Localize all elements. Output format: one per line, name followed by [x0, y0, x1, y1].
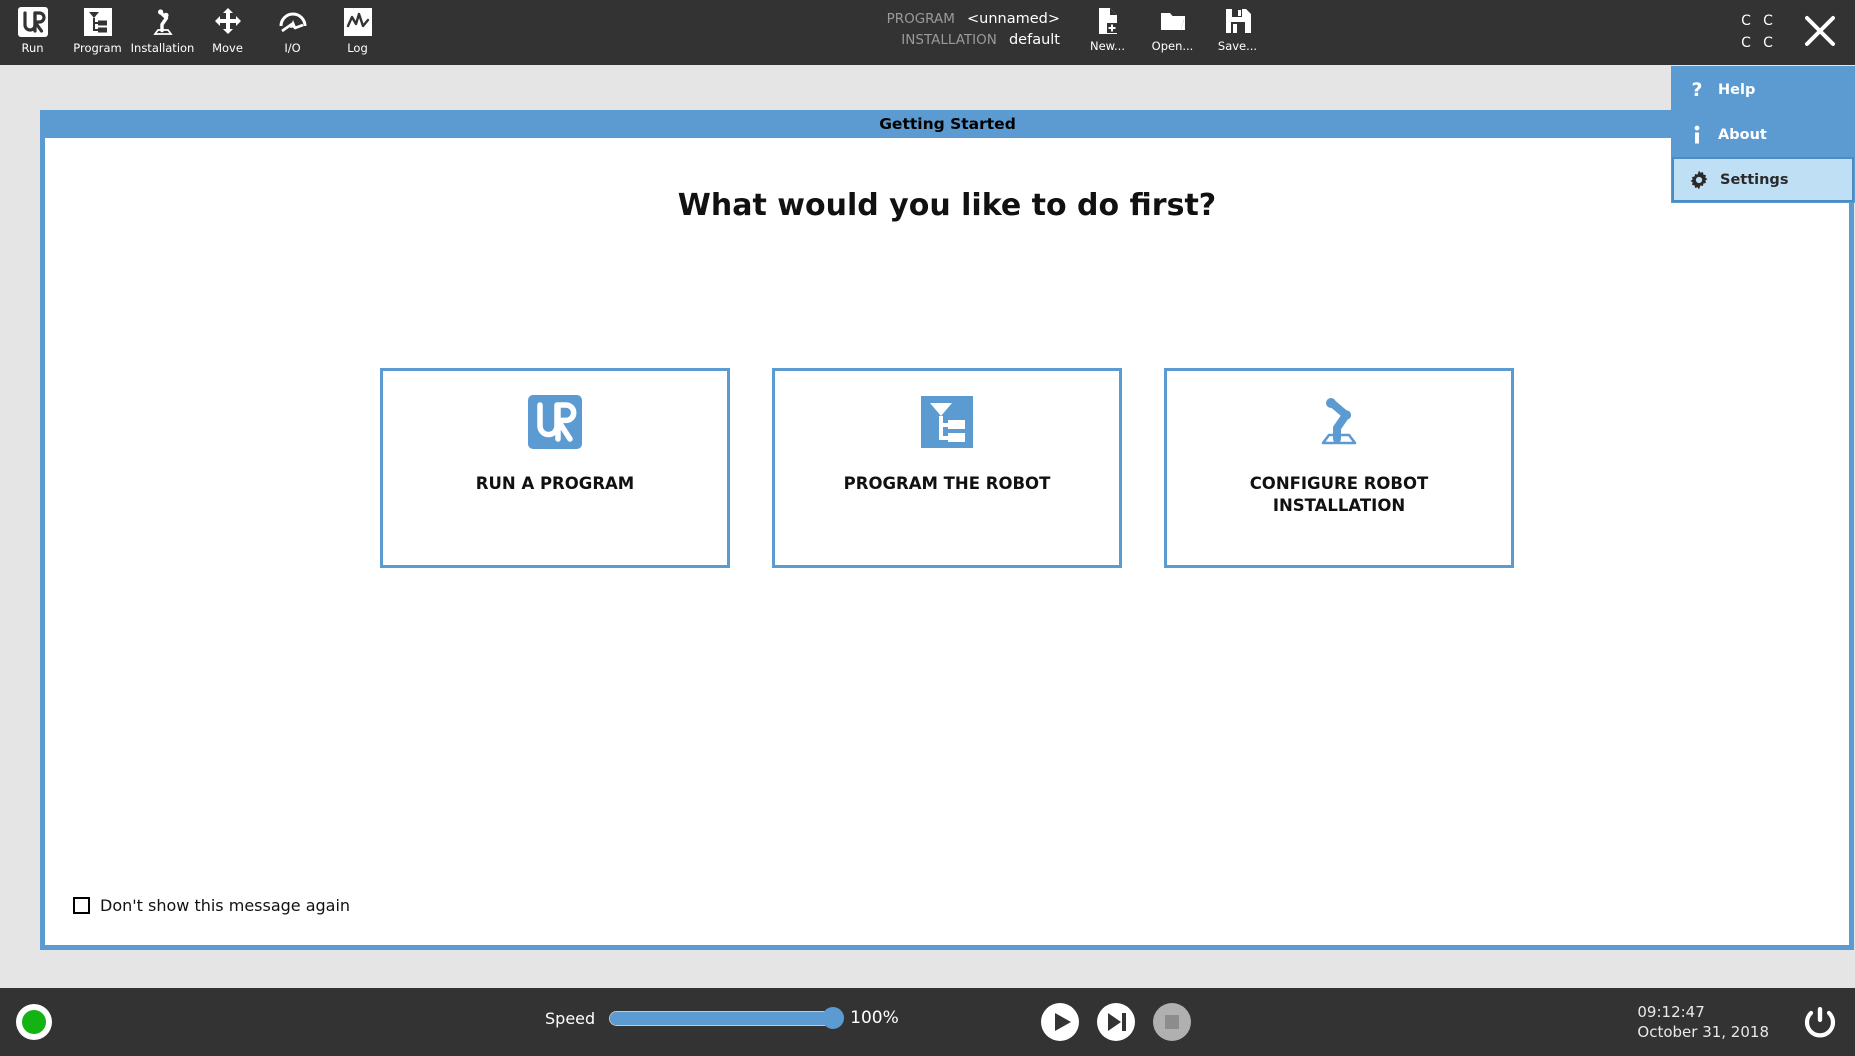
card-program-the-robot[interactable]: PROGRAM THE ROBOT — [772, 368, 1122, 568]
speed-slider[interactable] — [609, 1007, 845, 1029]
program-value: <unnamed> — [966, 11, 1060, 27]
card-label-run-a-program: RUN A PROGRAM — [475, 474, 635, 493]
installation-row: INSTALLATION default — [845, 29, 1060, 50]
installation-value: default — [1008, 32, 1060, 48]
card-label-configure-robot-installation: CONFIGURE ROBOT INSTALLATION — [1249, 474, 1429, 515]
gear-icon — [1688, 168, 1710, 192]
program-key: PROGRAM — [886, 11, 955, 27]
card-configure-robot-installation[interactable]: CONFIGURE ROBOT INSTALLATION — [1164, 368, 1514, 568]
log-waveform-icon — [341, 5, 375, 39]
getting-started-panel: What would you like to do first? RUN A P… — [40, 138, 1854, 950]
sub-header-strip — [0, 65, 1855, 111]
menu-item-about[interactable]: About — [1672, 112, 1854, 157]
nav-item-run[interactable]: Run — [0, 0, 65, 65]
nav-label-installation: Installation — [130, 41, 195, 55]
menu-label-about: About — [1718, 126, 1767, 143]
dont-show-checkbox[interactable] — [73, 897, 90, 914]
open-label: Open... — [1151, 39, 1194, 53]
program-info: PROGRAM <unnamed> INSTALLATION default — [845, 8, 1060, 50]
speed-value: 100% — [850, 1008, 899, 1028]
robot-arm-icon — [146, 5, 180, 39]
status-led-green — [22, 1010, 46, 1034]
nav-label-run: Run — [21, 41, 44, 55]
program-tree-icon — [918, 393, 976, 451]
io-gauge-icon — [276, 5, 310, 39]
polyscope-app: Run Program Installation Move I/O Log PR… — [0, 0, 1855, 1056]
save-floppy-icon — [1223, 6, 1253, 36]
robot-status-indicator[interactable] — [16, 1004, 52, 1040]
speed-slider-handle[interactable] — [822, 1007, 845, 1029]
stop-icon — [1152, 1002, 1192, 1042]
speed-control: Speed 100% — [545, 1007, 899, 1029]
menu-label-help: Help — [1718, 81, 1756, 98]
nav-label-move: Move — [212, 41, 243, 55]
top-toolbar: Run Program Installation Move I/O Log PR… — [0, 0, 1855, 65]
main-nav-group: Run Program Installation Move I/O Log — [0, 0, 390, 65]
new-document-icon — [1093, 6, 1123, 36]
transport-controls — [1040, 1002, 1192, 1042]
menu-item-settings[interactable]: Settings — [1672, 157, 1854, 202]
save-label: Save... — [1217, 39, 1258, 53]
menu-label-settings: Settings — [1720, 171, 1789, 188]
speed-slider-fill — [610, 1011, 834, 1025]
speed-label: Speed — [545, 1008, 596, 1028]
step-icon[interactable] — [1096, 1002, 1136, 1042]
nav-item-program[interactable]: Program — [65, 0, 130, 65]
help-menu-dropdown: ? Help About Settings — [1671, 66, 1855, 203]
grid-glyph-4: C — [1763, 35, 1773, 51]
getting-started-title: Getting Started — [40, 110, 1855, 138]
new-label: New... — [1090, 39, 1125, 53]
menu-item-help[interactable]: ? Help — [1672, 67, 1854, 112]
nav-item-installation[interactable]: Installation — [130, 0, 195, 65]
new-button[interactable]: New... — [1075, 0, 1140, 65]
program-tree-icon — [81, 5, 115, 39]
clock-date: October 31, 2018 — [1637, 1023, 1769, 1041]
bottom-status-bar: Speed 100% 09:12:47 October 31, 2018 — [0, 988, 1855, 1056]
dont-show-checkbox-row[interactable]: Don't show this message again — [73, 896, 350, 915]
power-icon[interactable] — [1801, 1004, 1839, 1042]
program-row: PROGRAM <unnamed> — [845, 8, 1060, 29]
installation-key: INSTALLATION — [901, 32, 997, 48]
file-actions-group: New... Open... Save... — [1075, 0, 1270, 65]
page-title: What would you like to do first? — [677, 188, 1217, 223]
save-button[interactable]: Save... — [1205, 0, 1270, 65]
action-cards: RUN A PROGRAM PROGRAM THE ROBOT CONFIGUR… — [45, 368, 1849, 568]
info-i-icon — [1686, 123, 1708, 147]
open-button[interactable]: Open... — [1140, 0, 1205, 65]
grid-glyph-2: C — [1763, 13, 1773, 29]
nav-label-program: Program — [73, 41, 122, 55]
question-mark-icon: ? — [1686, 78, 1708, 102]
nav-item-move[interactable]: Move — [195, 0, 260, 65]
clock: 09:12:47 October 31, 2018 — [1637, 1002, 1769, 1042]
grid-glyph-1: C — [1741, 13, 1751, 29]
ur-logo-icon — [526, 393, 584, 451]
clock-time: 09:12:47 — [1637, 1003, 1705, 1021]
close-icon[interactable] — [1797, 8, 1843, 54]
dont-show-label: Don't show this message again — [100, 896, 351, 915]
play-icon[interactable] — [1040, 1002, 1080, 1042]
open-folder-icon — [1158, 6, 1188, 36]
nav-item-log[interactable]: Log — [325, 0, 390, 65]
hamburger-menu-button[interactable]: C C C C — [1735, 10, 1779, 54]
move-arrows-icon — [211, 5, 245, 39]
card-label-program-the-robot: PROGRAM THE ROBOT — [843, 474, 1051, 493]
ur-logo-icon — [16, 5, 50, 39]
grid-glyph-3: C — [1741, 35, 1751, 51]
nav-label-io: I/O — [284, 41, 301, 55]
robot-arm-icon — [1310, 393, 1368, 451]
nav-item-io[interactable]: I/O — [260, 0, 325, 65]
card-run-a-program[interactable]: RUN A PROGRAM — [380, 368, 730, 568]
svg-text:?: ? — [1691, 79, 1702, 101]
nav-label-log: Log — [347, 41, 368, 55]
